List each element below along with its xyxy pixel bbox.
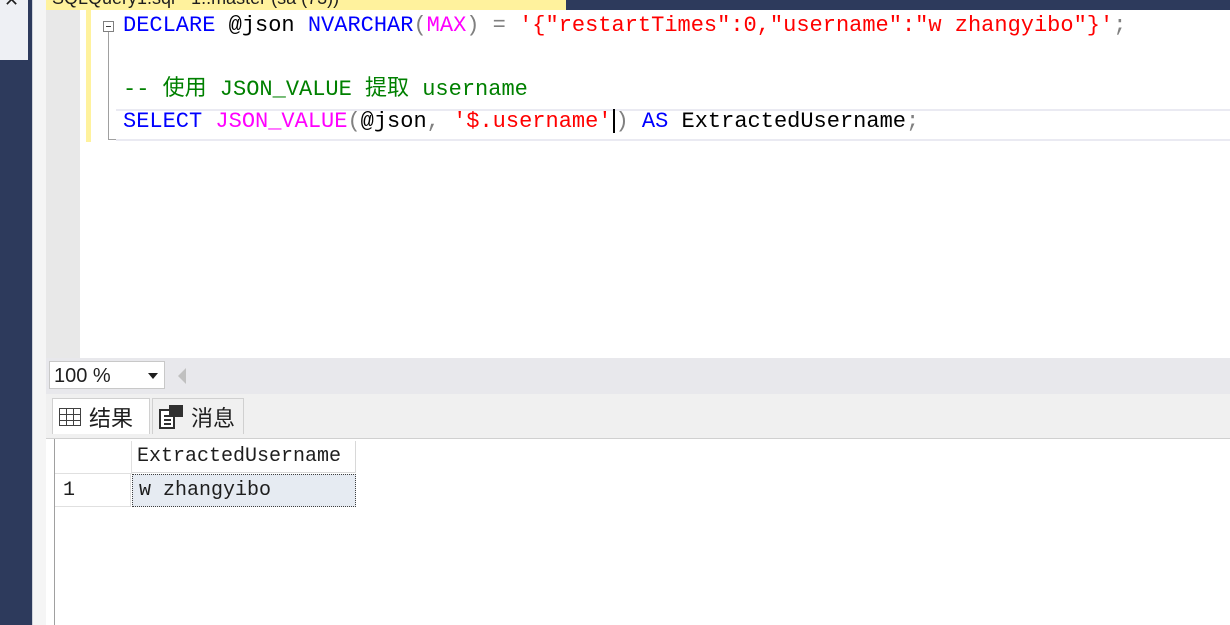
- code-token: DECLARE: [123, 13, 216, 38]
- code-token: NVARCHAR: [307, 13, 414, 38]
- results-grid[interactable]: ExtractedUsername 1 w zhangyibo: [46, 439, 1230, 625]
- code-token: -- 使用 JSON_VALUE 提取 username: [123, 77, 528, 102]
- document-tab-title: SQLQuery1.sql - 1..master (sa (73))*: [52, 0, 346, 9]
- editor-gutter: [46, 10, 80, 358]
- code-token: JSON_VALUE: [215, 109, 348, 134]
- grid-corner[interactable]: [55, 441, 132, 474]
- code-token: =: [479, 13, 520, 38]
- outline-line: [108, 32, 109, 140]
- code-token: SELECT: [123, 109, 203, 134]
- grid-cell[interactable]: w zhangyibo: [132, 474, 356, 507]
- zoom-select[interactable]: 100 %: [49, 361, 165, 389]
- code-token: ): [615, 109, 629, 134]
- code-token: ExtractedUsername: [668, 109, 906, 134]
- code-token: MAX: [426, 13, 467, 38]
- grid-icon: [59, 407, 81, 426]
- tab-messages[interactable]: 消息: [152, 398, 244, 434]
- code-token: AS: [641, 109, 669, 134]
- tab-results-label: 结果: [89, 405, 134, 431]
- zoom-bar: 100 %: [46, 358, 1230, 394]
- code-token: '$.username': [453, 109, 612, 134]
- messages-icon: [159, 404, 183, 429]
- code-token: ;: [905, 109, 920, 134]
- code-token: ,: [426, 109, 454, 134]
- close-icon[interactable]: ✕: [4, 0, 19, 11]
- document-tab[interactable]: SQLQuery1.sql - 1..master (sa (73))*: [46, 0, 566, 10]
- tab-results[interactable]: 结果: [52, 398, 150, 434]
- code-line[interactable]: DECLARE @json NVARCHAR(MAX) = '{"restart…: [123, 10, 1126, 42]
- code-token: @json: [360, 109, 427, 134]
- tab-messages-label: 消息: [191, 405, 236, 431]
- code-token: (: [413, 13, 427, 38]
- query-editor[interactable]: DECLARE @json NVARCHAR(MAX) = '{"restart…: [46, 10, 1230, 358]
- collapse-icon[interactable]: [103, 21, 114, 32]
- left-panel-edge: [0, 0, 32, 625]
- left-panel-header: ✕: [0, 0, 28, 60]
- code-token: @json: [215, 13, 308, 38]
- code-token: (: [347, 109, 361, 134]
- code-line[interactable]: SELECT JSON_VALUE(@json, '$.username') A…: [123, 106, 919, 138]
- text-caret: [612, 109, 615, 134]
- code-token: ): [466, 13, 480, 38]
- zoom-value: 100 %: [54, 365, 111, 387]
- column-header[interactable]: ExtractedUsername: [132, 441, 356, 473]
- results-tab-strip: 结果 消息: [46, 394, 1230, 439]
- code-line[interactable]: -- 使用 JSON_VALUE 提取 username: [123, 74, 528, 106]
- change-tracking-bar: [86, 10, 91, 142]
- left-splitter[interactable]: [32, 0, 47, 625]
- code-token: '{"restartTimes":0,"username":"w zhangyi…: [519, 13, 1114, 38]
- outline-end: [108, 139, 116, 140]
- code-token: ;: [1113, 13, 1127, 38]
- chevron-down-icon[interactable]: [148, 373, 158, 379]
- scroll-left-icon[interactable]: [178, 368, 186, 384]
- row-number[interactable]: 1: [55, 474, 131, 507]
